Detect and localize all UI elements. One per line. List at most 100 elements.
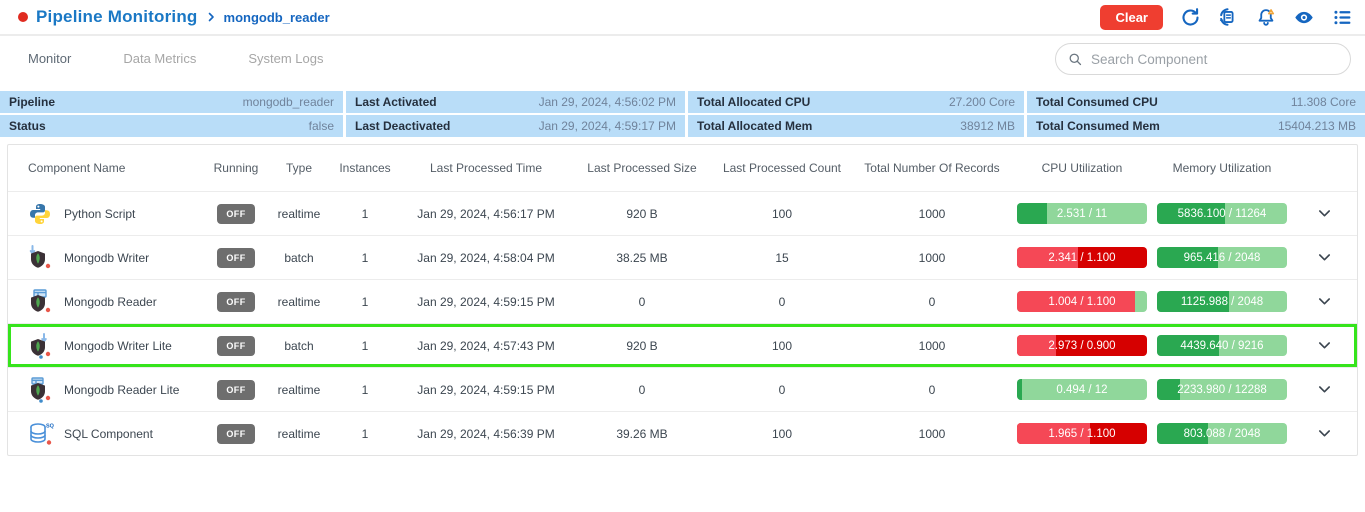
instances-count: 1	[361, 338, 369, 353]
chevron-right-icon	[205, 11, 217, 23]
component-name: Mongodb Writer	[64, 250, 150, 265]
last-processed-size: 920 B	[626, 338, 658, 353]
running-status-badge: OFF	[217, 335, 255, 356]
summary-cell-last-deactivated: Last Deactivated Jan 29, 2024, 4:59:17 P…	[346, 115, 685, 137]
summary-label: Status	[9, 119, 46, 133]
summary-value: Jan 29, 2024, 4:56:02 PM	[538, 95, 676, 109]
cpu-utilization-bar: 0.494 / 12	[1017, 379, 1147, 400]
summary-value: 27.200 Core	[948, 95, 1015, 109]
component-type: realtime	[277, 294, 321, 309]
expand-row-chevron-icon[interactable]	[1311, 288, 1339, 316]
mongodb-reader-icon	[28, 288, 54, 315]
component-type: realtime	[277, 382, 321, 397]
total-records: 0	[928, 294, 936, 309]
last-processed-time: Jan 29, 2024, 4:58:04 PM	[417, 250, 555, 265]
sql-icon: SQL	[28, 421, 58, 447]
refresh-icon[interactable]	[1179, 6, 1201, 28]
expand-row-chevron-icon[interactable]	[1311, 332, 1339, 360]
column-header-last-processed-time: Last Processed Time	[429, 161, 543, 175]
last-processed-size: 0	[638, 382, 646, 397]
mongodb-reader-lite-icon	[28, 376, 54, 403]
component-name: Mongodb Reader Lite	[64, 382, 180, 397]
memory-utilization-bar: 4439.640 / 9216	[1157, 335, 1287, 356]
component-type: realtime	[277, 206, 321, 221]
component-name: SQL Component	[64, 426, 153, 441]
cpu-utilization-bar: 2.973 / 0.900	[1017, 335, 1147, 356]
memory-utilization-bar: 2233.980 / 12288	[1157, 379, 1287, 400]
tab-bar: Monitor Data Metrics System Logs	[0, 36, 1365, 82]
summary-cell-last-activated: Last Activated Jan 29, 2024, 4:56:02 PM	[346, 91, 685, 113]
cpu-utilization-bar: 2.531 / 11	[1017, 203, 1147, 224]
last-processed-count: 100	[771, 338, 793, 353]
total-records: 1000	[918, 206, 946, 221]
component-type: batch	[284, 338, 314, 353]
instances-count: 1	[361, 426, 369, 441]
last-processed-time: Jan 29, 2024, 4:59:15 PM	[417, 382, 555, 397]
cpu-utilization-bar: 2.341 / 1.100	[1017, 247, 1147, 268]
summary-cell-total-allocated-cpu: Total Allocated CPU 27.200 Core	[688, 91, 1024, 113]
column-header-last-processed-size: Last Processed Size	[587, 161, 697, 175]
instances-count: 1	[361, 250, 369, 265]
search-input[interactable]	[1091, 51, 1338, 67]
tab-monitor[interactable]: Monitor	[2, 36, 97, 82]
summary-label: Total Allocated CPU	[697, 95, 811, 109]
component-name: Mongodb Writer Lite	[64, 338, 172, 353]
component-type: batch	[284, 250, 314, 265]
cpu-utilization-bar: 1.965 / 1.100	[1017, 423, 1147, 444]
summary-label: Pipeline	[9, 95, 56, 109]
last-processed-count: 0	[778, 382, 786, 397]
history-icon[interactable]	[1217, 6, 1239, 28]
expand-row-chevron-icon[interactable]	[1311, 376, 1339, 404]
expand-row-chevron-icon[interactable]	[1311, 420, 1339, 448]
tab-system-logs[interactable]: System Logs	[222, 36, 349, 82]
mongodb-writer-lite-icon	[28, 332, 54, 359]
visibility-icon[interactable]	[1293, 6, 1315, 28]
last-processed-size: 0	[638, 294, 646, 309]
last-processed-time: Jan 29, 2024, 4:56:39 PM	[417, 426, 555, 441]
component-type: realtime	[277, 426, 321, 441]
instances-count: 1	[361, 206, 369, 221]
table-header: Component Name Running Type Instances Last P…	[8, 145, 1357, 191]
component-row-mongodb-reader: Mongodb Reader OFF realtime 1 Jan 29, 20…	[8, 279, 1357, 323]
last-processed-time: Jan 29, 2024, 4:57:43 PM	[417, 338, 555, 353]
last-processed-size: 920 B	[626, 206, 658, 221]
list-view-icon[interactable]	[1331, 6, 1353, 28]
last-processed-time: Jan 29, 2024, 4:56:17 PM	[417, 206, 555, 221]
page-title[interactable]: Pipeline Monitoring	[36, 7, 198, 27]
memory-utilization-bar: 1125.988 / 2048	[1157, 291, 1287, 312]
expand-row-chevron-icon[interactable]	[1311, 244, 1339, 272]
total-records: 1000	[918, 338, 946, 353]
memory-utilization-bar: 5836.100 / 11264	[1157, 203, 1287, 224]
breadcrumb: mongodb_reader	[223, 9, 330, 25]
notifications-icon[interactable]	[1255, 6, 1277, 28]
pipeline-summary: Pipeline mongodb_reader Last Activated J…	[0, 91, 1365, 137]
mongodb-writer-icon	[28, 244, 54, 271]
last-processed-count: 15	[775, 250, 789, 265]
clear-button[interactable]: Clear	[1100, 4, 1163, 30]
recording-dot-icon	[18, 12, 28, 22]
last-processed-size: 38.25 MB	[616, 250, 668, 265]
memory-utilization-bar: 803.088 / 2048	[1157, 423, 1287, 444]
column-header-cpu-utilization: CPU Utilization	[1041, 161, 1123, 175]
running-status-badge: OFF	[217, 247, 255, 268]
instances-count: 1	[361, 382, 369, 397]
summary-label: Last Activated	[355, 95, 437, 109]
component-name: Python Script	[64, 206, 136, 221]
column-header-instances: Instances	[339, 161, 391, 175]
summary-value: 11.308 Core	[1290, 95, 1356, 109]
total-records: 0	[928, 382, 936, 397]
cpu-utilization-bar: 1.004 / 1.100	[1017, 291, 1147, 312]
component-row-sql-component: SQL SQL Component OFF realtime 1 Jan 29,…	[8, 411, 1357, 455]
summary-label: Total Consumed CPU	[1036, 95, 1158, 109]
column-header-type: Type	[285, 161, 312, 175]
component-table: Component Name Running Type Instances Last P…	[7, 144, 1358, 456]
running-status-badge: OFF	[217, 379, 255, 400]
search-box[interactable]	[1055, 43, 1351, 75]
column-header-running: Running	[213, 161, 259, 175]
summary-value: false	[308, 119, 334, 133]
expand-row-chevron-icon[interactable]	[1311, 200, 1339, 228]
summary-cell-status: Status false	[0, 115, 343, 137]
tab-data-metrics[interactable]: Data Metrics	[97, 36, 222, 82]
top-bar: Pipeline Monitoring mongodb_reader Clear	[0, 0, 1365, 36]
svg-text:SQL: SQL	[46, 423, 54, 429]
